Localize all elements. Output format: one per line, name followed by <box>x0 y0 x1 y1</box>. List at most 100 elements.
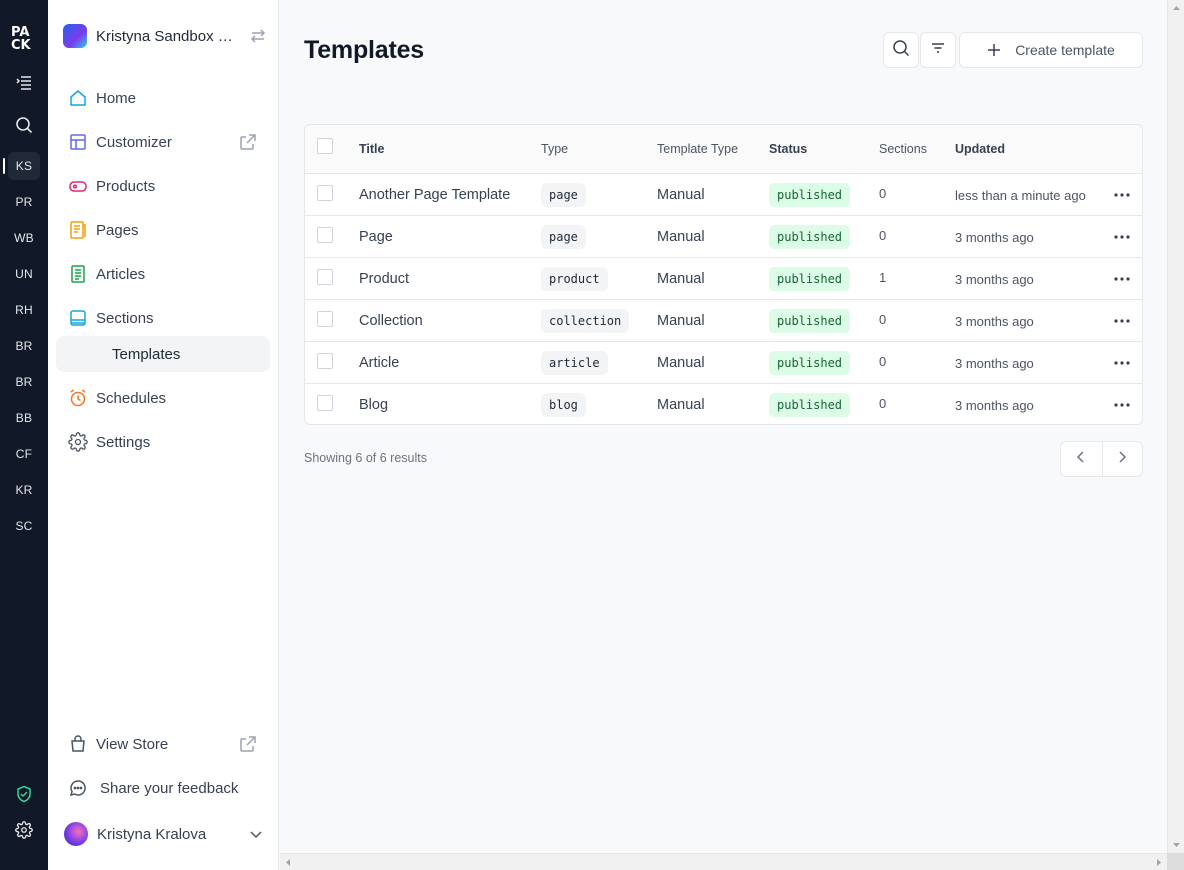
type-tag: article <box>541 351 608 375</box>
store-abbr: KS <box>8 152 40 180</box>
scroll-right-arrow-icon[interactable] <box>1150 854 1167 870</box>
create-template-button[interactable]: Create template <box>959 32 1143 68</box>
row-title[interactable]: Page <box>359 229 393 245</box>
sections-count: 1 <box>879 270 887 285</box>
table-header: Title Type Template Type Status Sections… <box>305 125 1142 174</box>
pack-logo-icon[interactable]: PA CK <box>11 24 37 53</box>
store-switch-un[interactable]: UN <box>0 260 48 288</box>
share-feedback-link[interactable]: Share your feedback <box>56 770 270 806</box>
row-checkbox[interactable] <box>317 227 333 243</box>
store-abbr: WB <box>14 231 34 245</box>
table-row[interactable]: Blog blog Manual published 0 3 months ag… <box>305 384 1142 424</box>
store-switch-pr[interactable]: PR <box>0 188 48 216</box>
column-status[interactable]: Status <box>769 142 807 156</box>
store-switch-wb[interactable]: WB <box>0 224 48 252</box>
swap-arrows-icon[interactable] <box>248 26 268 46</box>
sidebar-item-sections[interactable]: Sections <box>56 300 270 336</box>
sidebar-item-schedules[interactable]: Schedules <box>56 380 270 416</box>
store-switch-br[interactable]: BR <box>0 332 48 360</box>
sections-count: 0 <box>879 396 887 411</box>
external-link-icon[interactable] <box>238 132 258 152</box>
row-title[interactable]: Blog <box>359 397 388 413</box>
more-options-icon[interactable] <box>1113 186 1131 204</box>
table-row[interactable]: Article article Manual published 0 3 mon… <box>305 342 1142 384</box>
view-store-link[interactable]: View Store <box>56 726 270 762</box>
sidebar-item-label: Templates <box>112 345 181 363</box>
store-abbr: BB <box>15 411 33 425</box>
sidebar-item-label: Settings <box>96 433 151 451</box>
filter-button[interactable] <box>920 32 956 68</box>
avatar <box>64 822 88 846</box>
row-title[interactable]: Product <box>359 271 409 287</box>
table-row[interactable]: Product product Manual published 1 3 mon… <box>305 258 1142 300</box>
sections-count: 0 <box>879 354 887 369</box>
vertical-scrollbar[interactable] <box>1167 0 1184 853</box>
more-options-icon[interactable] <box>1113 312 1131 330</box>
sidebar-item-customizer[interactable]: Customizer <box>56 124 270 160</box>
sidebar-item-templates[interactable]: Templates <box>56 336 270 372</box>
org-switcher[interactable]: Kristyna Sandbox S... <box>63 22 268 50</box>
sidebar-item-pages[interactable]: Pages <box>56 212 270 248</box>
store-switch-cf[interactable]: CF <box>0 440 48 468</box>
sidebar-item-label: Articles <box>96 265 146 283</box>
template-type: Manual <box>657 187 705 203</box>
sections-count: 0 <box>879 186 887 201</box>
previous-page-button[interactable] <box>1061 442 1102 476</box>
scroll-left-arrow-icon[interactable] <box>280 854 297 870</box>
status-badge: published <box>769 183 851 207</box>
select-all-checkbox[interactable] <box>317 138 333 154</box>
row-checkbox[interactable] <box>317 185 333 201</box>
store-switch-bb[interactable]: BB <box>0 404 48 432</box>
row-checkbox[interactable] <box>317 353 333 369</box>
active-indicator <box>3 158 5 174</box>
more-options-icon[interactable] <box>1113 228 1131 246</box>
store-switch-br-2[interactable]: BR <box>0 368 48 396</box>
status-badge: published <box>769 225 851 249</box>
sidebar-item-settings[interactable]: Settings <box>56 424 270 460</box>
row-title[interactable]: Collection <box>359 313 423 329</box>
updated-time: less than a minute ago <box>955 188 1086 203</box>
more-options-icon[interactable] <box>1113 396 1131 414</box>
article-icon <box>68 264 88 284</box>
chevron-down-icon[interactable] <box>248 826 264 842</box>
horizontal-scrollbar[interactable] <box>280 853 1167 870</box>
collapse-menu-icon[interactable] <box>8 69 40 97</box>
scroll-down-arrow-icon[interactable] <box>1168 836 1184 853</box>
store-switch-sc[interactable]: SC <box>0 512 48 540</box>
store-switch-kr[interactable]: KR <box>0 476 48 504</box>
table-row[interactable]: Another Page Template page Manual publis… <box>305 174 1142 216</box>
sidebar-item-articles[interactable]: Articles <box>56 256 270 292</box>
external-link-icon[interactable] <box>238 734 258 754</box>
store-abbr: CF <box>15 447 33 461</box>
scroll-up-arrow-icon[interactable] <box>1168 0 1184 17</box>
row-title[interactable]: Another Page Template <box>359 187 510 203</box>
store-abbr: UN <box>15 267 33 281</box>
table-row[interactable]: Page page Manual published 0 3 months ag… <box>305 216 1142 258</box>
search-icon[interactable] <box>8 111 40 139</box>
store-switch-rh[interactable]: RH <box>0 296 48 324</box>
home-icon <box>68 88 88 108</box>
sidebar-item-home[interactable]: Home <box>56 80 270 116</box>
row-checkbox[interactable] <box>317 311 333 327</box>
table-row[interactable]: Collection collection Manual published 0… <box>305 300 1142 342</box>
row-title[interactable]: Article <box>359 355 399 371</box>
next-page-button[interactable] <box>1101 442 1143 476</box>
more-options-icon[interactable] <box>1113 270 1131 288</box>
gear-icon[interactable] <box>8 816 40 844</box>
sidebar-item-products[interactable]: Products <box>56 168 270 204</box>
user-menu[interactable]: Kristyna Kralova <box>64 821 264 847</box>
store-switch-ks[interactable]: KS <box>0 152 48 180</box>
row-checkbox[interactable] <box>317 395 333 411</box>
store-rail: PA CK KS PR WB UN RH BR BR BB CF KR SC <box>0 0 48 870</box>
column-type[interactable]: Type <box>541 142 568 156</box>
gear-icon <box>68 432 88 452</box>
column-sections[interactable]: Sections <box>879 142 927 156</box>
more-options-icon[interactable] <box>1113 354 1131 372</box>
stack-icon <box>68 308 88 328</box>
shield-check-icon[interactable] <box>8 780 40 808</box>
column-title[interactable]: Title <box>359 142 384 156</box>
column-template-type[interactable]: Template Type <box>657 142 738 156</box>
column-updated[interactable]: Updated <box>955 142 1005 156</box>
search-button[interactable] <box>883 32 919 68</box>
row-checkbox[interactable] <box>317 269 333 285</box>
